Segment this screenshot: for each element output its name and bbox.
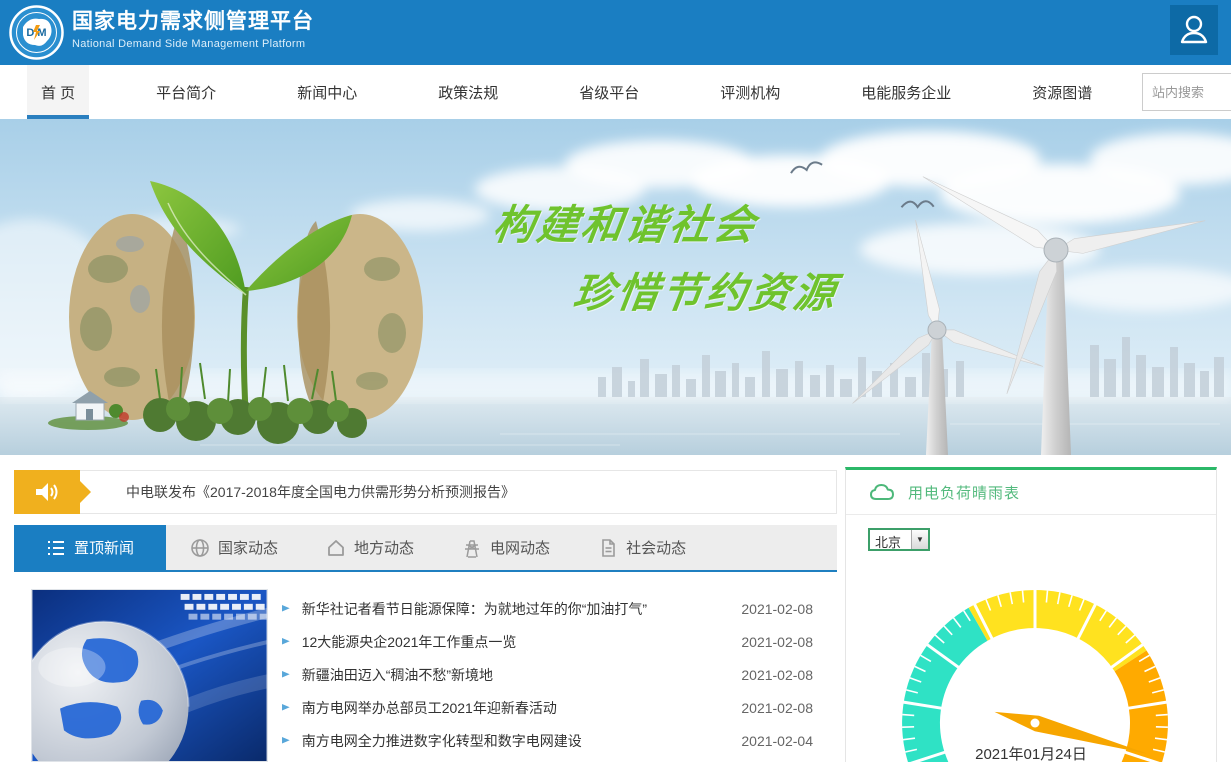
site-title: 国家电力需求侧管理平台 xyxy=(72,8,314,36)
chevron-down-icon[interactable]: ▼ xyxy=(911,530,928,549)
tab-label: 社会动态 xyxy=(626,537,686,558)
gauge-date-label: 2021年01月24日 xyxy=(845,743,1217,762)
arrow-bullet-icon: ▶ xyxy=(282,703,290,712)
main-navigation: 首 页平台简介新闻中心政策法规省级平台评测机构电能服务企业资源图谱市场主体公示 xyxy=(0,65,1231,119)
tower-icon xyxy=(462,538,482,558)
city-select-value: 北京 xyxy=(870,530,911,549)
news-tabs: 置顶新闻 国家动态 地方动态 电网动态 社会动态 xyxy=(14,525,837,572)
nav-item-3[interactable]: 政策法规 xyxy=(424,65,512,119)
news-date: 2021-02-08 xyxy=(741,700,813,716)
news-row-2: ▶ 新疆油田迈入“稠油不愁”新境地2021-02-08 xyxy=(280,658,837,691)
page: D M 国家电力需求侧管理平台 National Demand Side Man… xyxy=(0,0,1231,762)
news-date: 2021-02-08 xyxy=(741,601,813,617)
tab-label: 电网动态 xyxy=(490,537,550,558)
news-row-3: ▶ 南方电网举办总部员工2021年迎新春活动2021-02-08 xyxy=(280,691,837,724)
news-list: ▶新华社记者看节日能源保障：为就地过年的你“加油打气”2021-02-08▶12… xyxy=(280,592,837,757)
nav-item-4[interactable]: 省级平台 xyxy=(565,65,653,119)
news-row-0: ▶ 新华社记者看节日能源保障：为就地过年的你“加油打气”2021-02-08 xyxy=(280,592,837,625)
announcement-ticker: 中电联发布《2017-2018年度全国电力供需形势分析预测报告》 xyxy=(14,470,837,514)
user-login-button[interactable] xyxy=(1170,5,1218,55)
home-icon xyxy=(326,538,346,558)
site-subtitle: National Demand Side Management Platform xyxy=(72,38,314,50)
tab-label: 国家动态 xyxy=(218,537,278,558)
news-date: 2021-02-04 xyxy=(741,733,813,749)
tab-1[interactable]: 国家动态 xyxy=(166,525,302,570)
cloud-icon xyxy=(868,482,896,502)
platform-logo-icon: D M xyxy=(9,5,64,60)
document-icon xyxy=(598,538,618,558)
list-icon xyxy=(46,538,66,558)
speaker-icon xyxy=(14,470,80,514)
news-title-link[interactable]: 12大能源央企2021年工作重点一览 xyxy=(302,632,742,652)
news-row-4: ▶ 南方电网全力推进数字化转型和数字电网建设2021-02-04 xyxy=(280,724,837,757)
search-input[interactable] xyxy=(1142,73,1231,111)
globe-icon xyxy=(190,538,210,558)
tab-2[interactable]: 地方动态 xyxy=(302,525,438,570)
arrow-bullet-icon: ▶ xyxy=(282,604,290,613)
banner-illustration xyxy=(0,119,1231,455)
news-title-link[interactable]: 南方电网举办总部员工2021年迎新春活动 xyxy=(302,698,742,718)
nav-item-1[interactable]: 平台简介 xyxy=(142,65,230,119)
tab-4[interactable]: 社会动态 xyxy=(574,525,710,570)
user-icon xyxy=(1179,13,1209,47)
tab-label: 置顶新闻 xyxy=(74,537,134,558)
news-date: 2021-02-08 xyxy=(741,667,813,683)
title-block: 国家电力需求侧管理平台 National Demand Side Managem… xyxy=(72,8,314,50)
tab-3[interactable]: 电网动态 xyxy=(438,525,574,570)
card-title: 用电负荷晴雨表 xyxy=(908,482,1020,503)
tab-0[interactable]: 置顶新闻 xyxy=(14,525,166,570)
arrow-bullet-icon: ▶ xyxy=(282,670,290,679)
hero-banner: 构建和谐社会 珍惜节约资源 xyxy=(0,119,1231,455)
load-gauge-chart xyxy=(850,560,1220,762)
news-title-link[interactable]: 南方电网全力推进数字化转型和数字电网建设 xyxy=(302,731,742,751)
card-header: 用电负荷晴雨表 xyxy=(846,470,1216,515)
header: D M 国家电力需求侧管理平台 National Demand Side Man… xyxy=(0,0,1231,65)
arrow-bullet-icon: ▶ xyxy=(282,637,290,646)
news-date: 2021-02-08 xyxy=(741,634,813,650)
nav-item-2[interactable]: 新闻中心 xyxy=(283,65,371,119)
nav-item-6[interactable]: 电能服务企业 xyxy=(847,65,965,119)
ticker-headline-link[interactable]: 中电联发布《2017-2018年度全国电力供需形势分析预测报告》 xyxy=(126,482,515,502)
city-select[interactable]: 北京 ▼ xyxy=(868,528,930,551)
news-title-link[interactable]: 新华社记者看节日能源保障：为就地过年的你“加油打气” xyxy=(302,599,742,619)
arrow-bullet-icon: ▶ xyxy=(282,736,290,745)
news-thumbnail-image[interactable] xyxy=(31,589,268,762)
news-row-1: ▶ 12大能源央企2021年工作重点一览2021-02-08 xyxy=(280,625,837,658)
nav-item-0[interactable]: 首 页 xyxy=(27,65,89,119)
nav-item-5[interactable]: 评测机构 xyxy=(706,65,794,119)
nav-item-7[interactable]: 资源图谱 xyxy=(1018,65,1106,119)
news-title-link[interactable]: 新疆油田迈入“稠油不愁”新境地 xyxy=(302,665,742,685)
tab-label: 地方动态 xyxy=(354,537,414,558)
